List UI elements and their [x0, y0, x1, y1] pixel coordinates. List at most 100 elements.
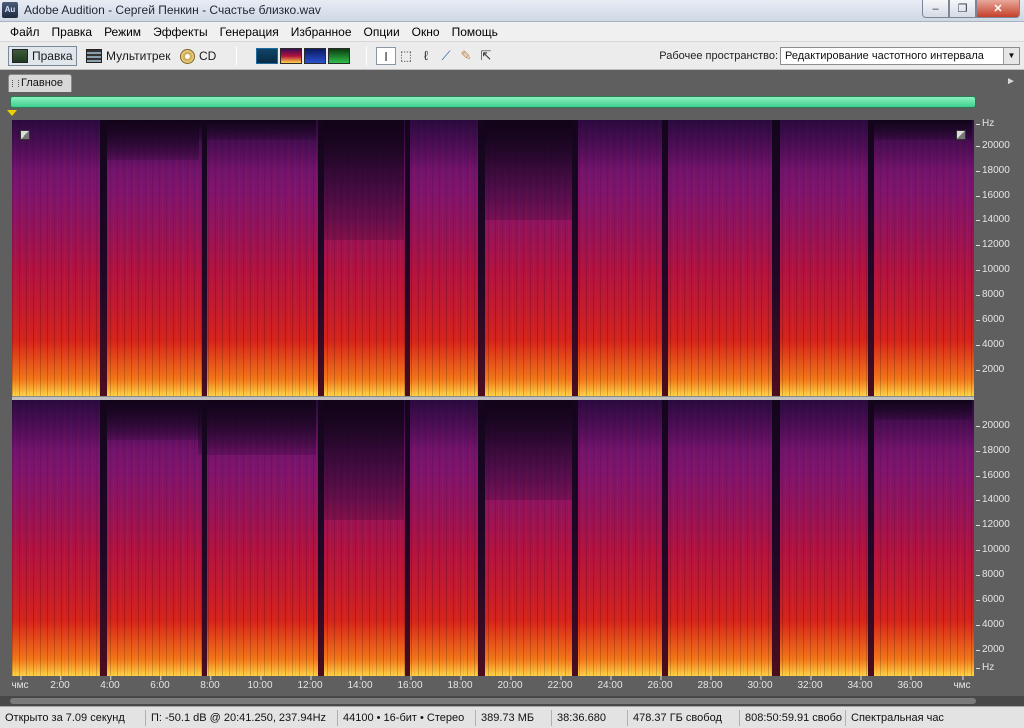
main-editor-panel: Главное ► Hz 20000 18000 16000 14000 120…: [0, 70, 1024, 706]
zoom-corner-right-icon[interactable]: [956, 130, 966, 140]
multitrack-view-button[interactable]: Мультитрек: [86, 46, 170, 66]
frequency-ruler-left[interactable]: Hz 20000 18000 16000 14000 12000 10000 8…: [976, 118, 1024, 396]
time-tick: 34:00: [847, 676, 873, 691]
workspace-label: Рабочее пространство:: [659, 50, 778, 62]
workspace-value: Редактирование частотного интервала: [785, 50, 984, 62]
spectrogram-right-channel[interactable]: [12, 400, 974, 676]
status-view-mode: Спектральная час: [851, 711, 944, 724]
frequency-ruler-right[interactable]: 20000 18000 16000 14000 12000 10000 8000…: [976, 400, 1024, 676]
spectrogram-silence: [478, 120, 485, 396]
spectrogram-region: [322, 120, 404, 240]
status-file-size: 389.73 МБ: [476, 709, 552, 726]
scrollbar-thumb[interactable]: [10, 698, 976, 704]
chevron-down-icon[interactable]: ▼: [1003, 48, 1019, 64]
restore-button[interactable]: ❐: [949, 0, 976, 18]
menu-help[interactable]: Помощь: [446, 22, 504, 42]
tool-group: I ⬚ ℓ ⟋ ✎ ⇱: [376, 46, 496, 66]
status-bar: Открыто за 7.09 секунд П: -50.1 dB @ 20:…: [0, 706, 1024, 728]
spectrogram-silence: [405, 400, 410, 676]
toolbar: Правка Мультитрек CD I ⬚ ℓ ⟋ ✎ ⇱ Рабочее…: [0, 42, 1024, 70]
waveform-edit-icon: [12, 49, 28, 63]
freq-tick: 18000: [976, 165, 1024, 181]
zoom-corner-left-icon[interactable]: [20, 130, 30, 140]
time-tick: 24:00: [597, 676, 623, 691]
time-tick: 2:00: [50, 676, 70, 691]
spectrogram-silence: [405, 120, 410, 396]
freq-tick: 10000: [976, 264, 1024, 280]
time-tick: 16:00: [397, 676, 423, 691]
display-mode-group: [256, 46, 352, 66]
freq-tick: 14000: [976, 494, 1024, 510]
menu-options[interactable]: Опции: [358, 22, 406, 42]
tab-main[interactable]: Главное: [8, 74, 73, 92]
spectrogram-silence: [772, 400, 780, 676]
menu-bar: Файл Правка Режим Эффекты Генерация Избр…: [0, 22, 1024, 42]
cd-view-button[interactable]: CD: [180, 46, 216, 66]
cd-icon: [180, 48, 195, 64]
spectrogram-region: [198, 400, 316, 455]
marquee-selection-tool-icon[interactable]: ⬚: [396, 47, 416, 65]
spectrogram-region: [322, 400, 404, 520]
overview-navigator[interactable]: [10, 96, 976, 108]
effects-paintbrush-icon[interactable]: ⟋: [436, 47, 456, 65]
freq-tick: 12000: [976, 239, 1024, 255]
spectrogram-silence: [772, 120, 780, 396]
playhead-marker-icon[interactable]: [7, 110, 17, 116]
spectrogram-silence: [572, 400, 578, 676]
spectrogram-region: [198, 120, 316, 140]
panel-menu-icon[interactable]: ►: [1004, 75, 1018, 89]
spectrogram-region: [107, 400, 199, 440]
spectral-phase-display-icon[interactable]: [328, 48, 350, 64]
time-selection-tool-icon[interactable]: I: [376, 47, 396, 65]
spectral-pan-display-icon[interactable]: [304, 48, 326, 64]
time-tick: 18:00: [447, 676, 473, 691]
spectrogram-silence: [318, 120, 324, 396]
spectral-frequency-display-icon[interactable]: [280, 48, 302, 64]
close-button[interactable]: ✕: [976, 0, 1020, 18]
freq-tick: 12000: [976, 519, 1024, 535]
time-tick: 12:00: [297, 676, 323, 691]
spectrogram-silence: [100, 400, 107, 676]
freq-tick: 16000: [976, 190, 1024, 206]
freq-unit-label: Hz: [976, 118, 1024, 134]
spectrogram-silence: [868, 400, 874, 676]
title-bar: Au Adobe Audition - Сергей Пенкин - Счас…: [0, 0, 1024, 22]
freq-tick: 14000: [976, 214, 1024, 230]
time-tick: 14:00: [347, 676, 373, 691]
freq-tick: 2000: [976, 644, 1024, 660]
waveform-display-icon[interactable]: [256, 48, 278, 64]
menu-effects[interactable]: Эффекты: [147, 22, 214, 42]
audition-app-icon[interactable]: Au: [2, 2, 18, 18]
workspace-dropdown[interactable]: Редактирование частотного интервала ▼: [780, 47, 1020, 65]
menu-generate[interactable]: Генерация: [214, 22, 285, 42]
minimize-button[interactable]: –: [922, 0, 949, 18]
menu-window[interactable]: Окно: [406, 22, 446, 42]
menu-edit[interactable]: Правка: [46, 22, 99, 42]
status-cursor-readout: П: -50.1 dB @ 20:41.250, 237.94Hz: [146, 709, 338, 726]
time-ruler[interactable]: чмс 2:00 4:00 6:00 8:00 10:00 12:00 14:0…: [0, 676, 1024, 696]
spectrogram-silence: [318, 400, 324, 676]
time-tick: 6:00: [150, 676, 170, 691]
spot-healing-brush-icon[interactable]: ✎: [456, 47, 476, 65]
time-tick: 32:00: [797, 676, 823, 691]
time-tick: 26:00: [647, 676, 673, 691]
spectrogram-region: [107, 120, 199, 160]
menu-view[interactable]: Режим: [98, 22, 147, 42]
spectrogram-left-channel[interactable]: [12, 120, 974, 396]
horizontal-scrollbar[interactable]: [0, 696, 1024, 706]
freq-tick: 10000: [976, 544, 1024, 560]
time-tick: 36:00: [897, 676, 923, 691]
toolbar-separator: [236, 46, 237, 66]
lasso-selection-tool-icon[interactable]: ℓ: [416, 47, 436, 65]
time-tick: 22:00: [547, 676, 573, 691]
hybrid-tool-icon[interactable]: ⇱: [476, 47, 496, 65]
freq-tick: 6000: [976, 594, 1024, 610]
freq-tick: 6000: [976, 314, 1024, 330]
freq-tick: 2000: [976, 364, 1024, 380]
edit-view-button[interactable]: Правка: [8, 46, 77, 66]
menu-favorites[interactable]: Избранное: [285, 22, 358, 42]
menu-file[interactable]: Файл: [4, 22, 46, 42]
spectrogram-silence: [572, 120, 578, 396]
freq-tick: 4000: [976, 339, 1024, 355]
cd-view-label: CD: [199, 49, 217, 63]
